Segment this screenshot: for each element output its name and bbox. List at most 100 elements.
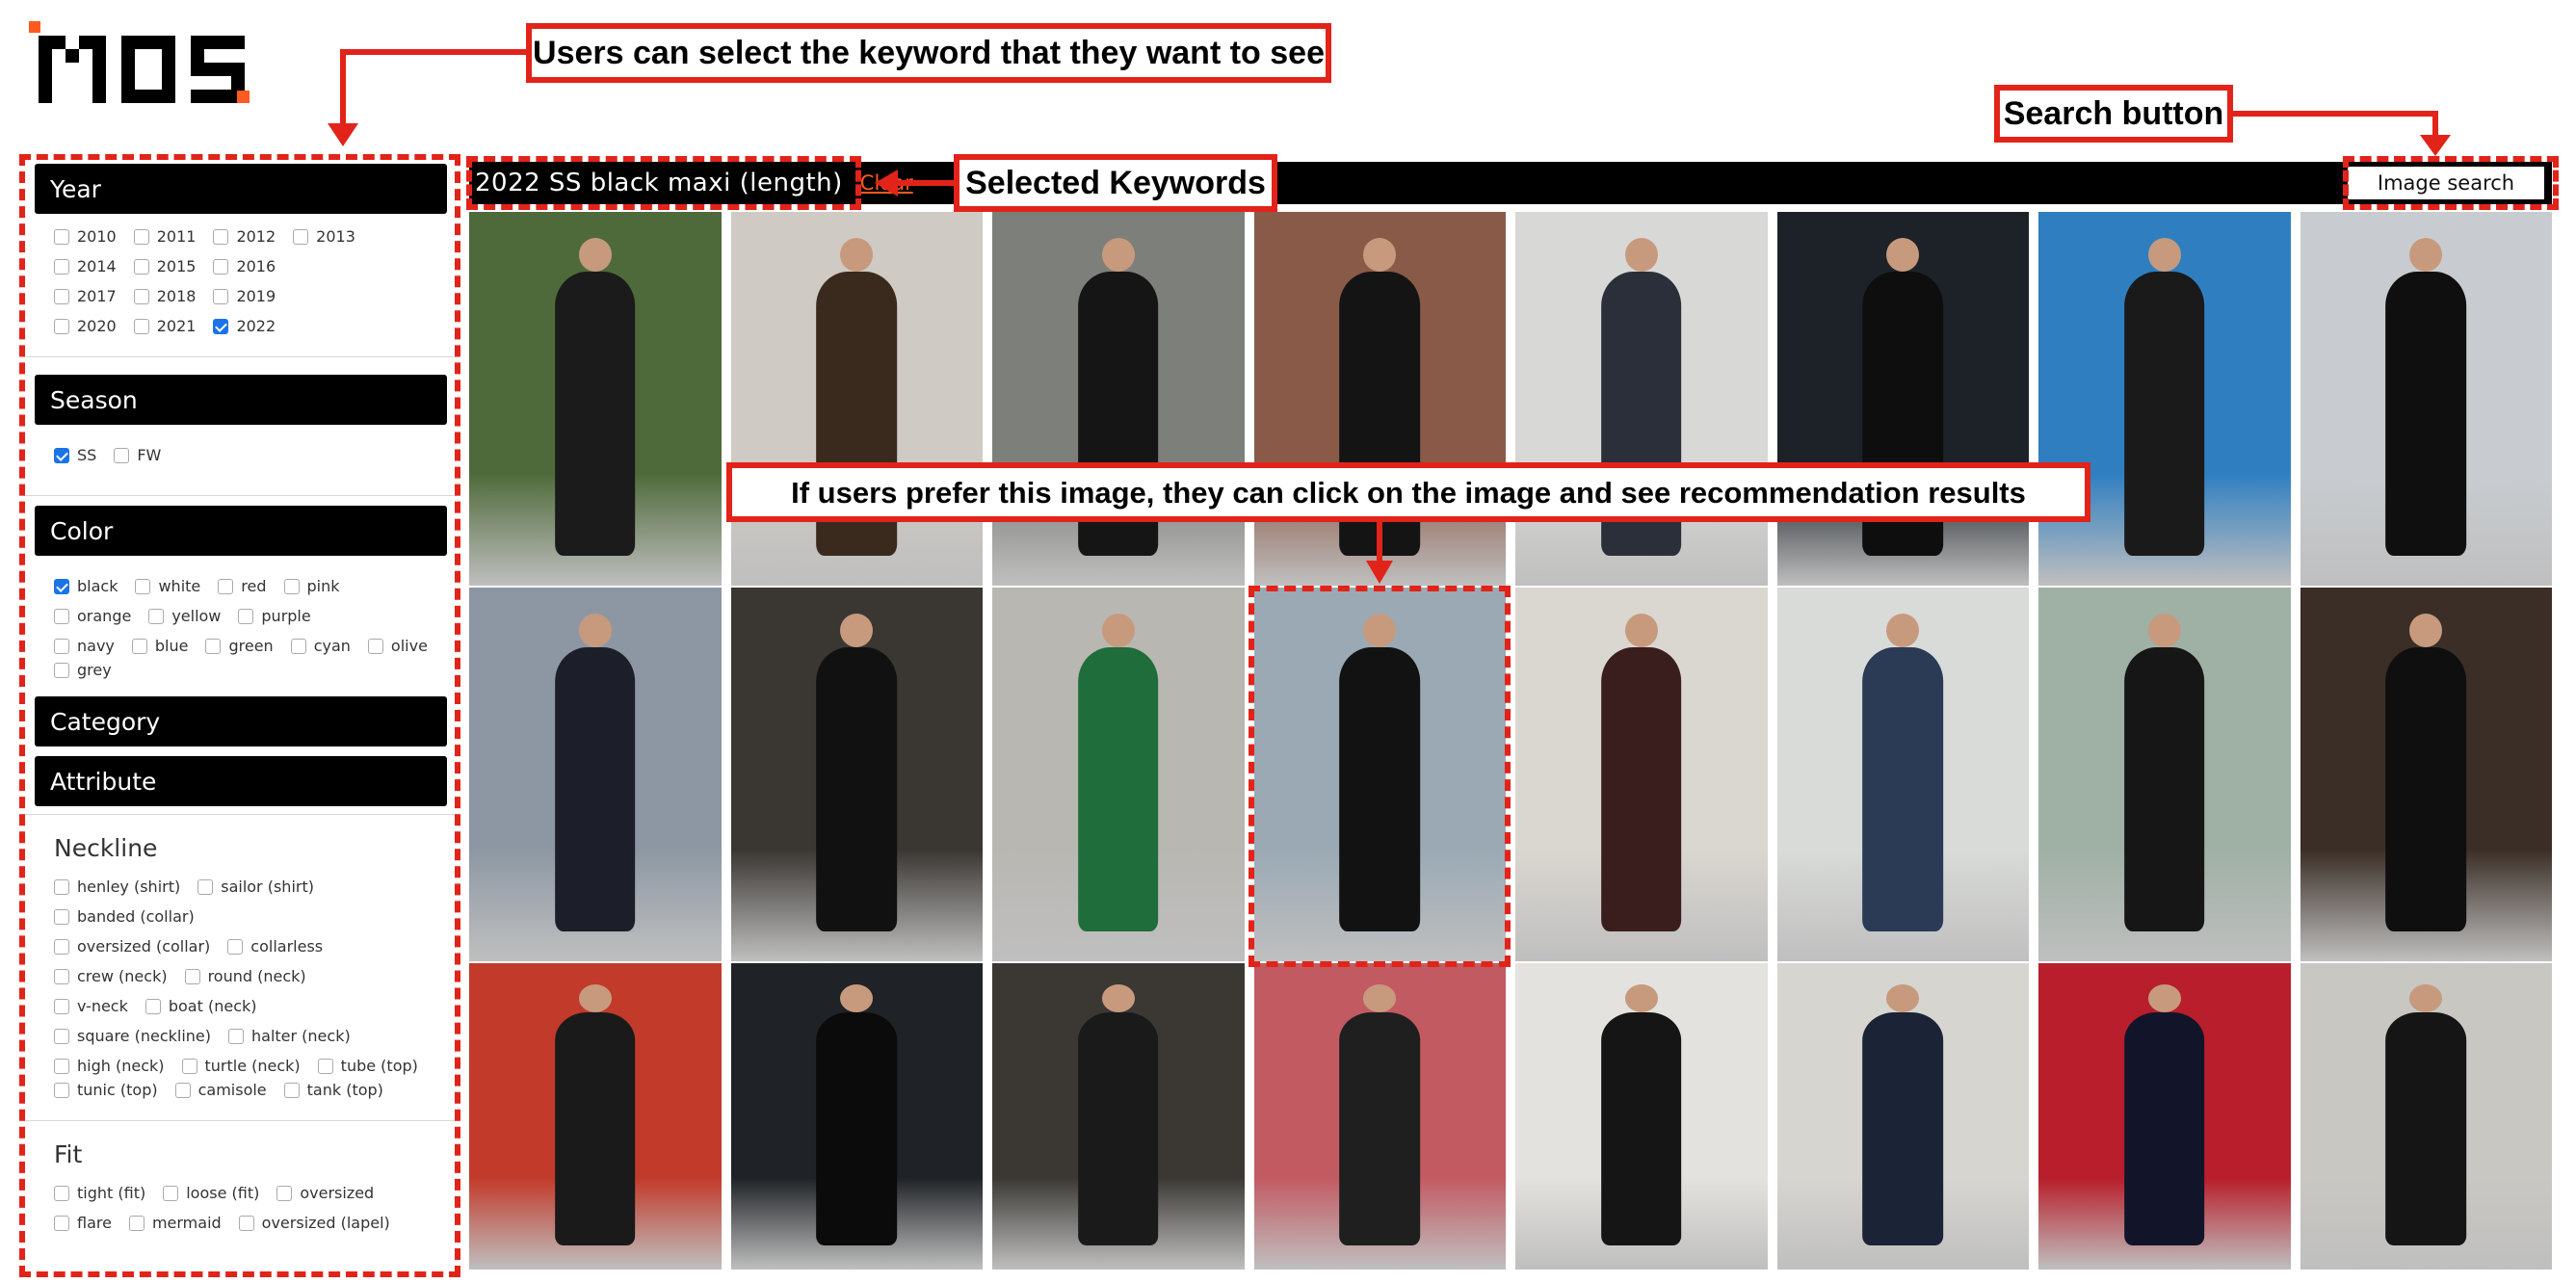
- checkbox[interactable]: [283, 578, 300, 594]
- result-image[interactable]: [469, 963, 722, 1271]
- checkbox[interactable]: [133, 258, 149, 275]
- checkbox[interactable]: [283, 1082, 300, 1098]
- season-header[interactable]: Season: [35, 375, 447, 425]
- category-header[interactable]: Category: [35, 696, 447, 746]
- image-search-button[interactable]: Image search: [2346, 165, 2546, 201]
- color-option[interactable]: cyan: [290, 637, 351, 655]
- checkbox[interactable]: [114, 447, 130, 463]
- checkbox[interactable]: [133, 318, 149, 334]
- neckline-option[interactable]: camisole: [174, 1081, 267, 1099]
- checkbox[interactable]: [174, 1082, 191, 1098]
- year-option[interactable]: 2019: [213, 287, 276, 305]
- result-image[interactable]: [1776, 963, 2029, 1271]
- fit-option[interactable]: oversized (lapel): [238, 1214, 390, 1232]
- year-option[interactable]: 2018: [133, 287, 196, 305]
- fit-option[interactable]: loose (fit): [163, 1184, 259, 1202]
- year-option[interactable]: 2011: [133, 227, 196, 246]
- year-option[interactable]: 2014: [54, 257, 117, 275]
- result-image[interactable]: [1776, 212, 2029, 588]
- checkbox[interactable]: [317, 1058, 333, 1074]
- result-image[interactable]: [1253, 963, 1506, 1271]
- year-option[interactable]: 2021: [133, 317, 196, 335]
- checkbox[interactable]: [238, 1215, 254, 1231]
- checkbox[interactable]: [54, 878, 69, 895]
- checkbox[interactable]: [128, 1215, 145, 1231]
- checkbox[interactable]: [218, 578, 234, 594]
- checkbox[interactable]: [54, 908, 69, 925]
- year-option[interactable]: 2010: [54, 227, 117, 246]
- color-option[interactable]: red: [218, 577, 267, 595]
- result-image[interactable]: [1253, 212, 1506, 588]
- color-option[interactable]: green: [205, 637, 274, 655]
- neckline-option[interactable]: oversized (collar): [54, 937, 210, 956]
- color-option[interactable]: grey: [54, 661, 112, 679]
- year-option[interactable]: 2012: [213, 227, 276, 246]
- result-image[interactable]: [730, 588, 983, 963]
- checkbox[interactable]: [131, 638, 147, 654]
- color-option[interactable]: blue: [131, 637, 188, 655]
- color-option[interactable]: orange: [54, 607, 131, 625]
- neckline-option[interactable]: square (neckline): [54, 1027, 211, 1045]
- checkbox[interactable]: [145, 998, 161, 1014]
- fit-option[interactable]: flare: [54, 1214, 112, 1232]
- result-image[interactable]: [1776, 588, 2029, 963]
- result-image[interactable]: [730, 963, 983, 1271]
- result-image[interactable]: [2300, 212, 2552, 588]
- result-image[interactable]: [469, 588, 722, 963]
- checkbox[interactable]: [163, 1185, 179, 1201]
- checkbox[interactable]: [54, 662, 69, 678]
- neckline-option[interactable]: tube (top): [317, 1057, 418, 1075]
- neckline-option[interactable]: collarless: [227, 937, 323, 956]
- color-option[interactable]: yellow: [148, 607, 221, 625]
- clear-link[interactable]: Clear: [860, 171, 913, 195]
- checkbox[interactable]: [213, 288, 229, 304]
- neckline-option[interactable]: turtle (neck): [181, 1057, 301, 1075]
- checkbox[interactable]: [213, 258, 229, 275]
- checkbox[interactable]: [54, 608, 69, 624]
- checkbox[interactable]: [133, 228, 149, 245]
- year-option[interactable]: 2013: [293, 227, 355, 246]
- checkbox[interactable]: [276, 1185, 293, 1201]
- color-option[interactable]: white: [135, 577, 200, 595]
- checkbox[interactable]: [54, 638, 69, 654]
- checkbox[interactable]: [54, 447, 69, 463]
- checkbox[interactable]: [213, 228, 229, 245]
- result-image[interactable]: [1515, 963, 1768, 1271]
- checkbox[interactable]: [54, 578, 69, 594]
- result-image[interactable]: [992, 212, 1245, 588]
- neckline-option[interactable]: high (neck): [54, 1057, 165, 1075]
- result-image[interactable]: [1515, 588, 1768, 963]
- checkbox[interactable]: [54, 228, 69, 245]
- result-image[interactable]: [2300, 588, 2552, 963]
- result-image[interactable]: [992, 588, 1245, 963]
- checkbox[interactable]: [227, 938, 244, 955]
- checkbox[interactable]: [133, 288, 149, 304]
- checkbox[interactable]: [184, 968, 200, 984]
- checkbox[interactable]: [181, 1058, 197, 1074]
- checkbox[interactable]: [135, 578, 151, 594]
- color-option[interactable]: navy: [54, 637, 115, 655]
- checkbox[interactable]: [238, 608, 254, 624]
- fit-option[interactable]: tight (fit): [54, 1184, 145, 1202]
- checkbox[interactable]: [54, 1058, 69, 1074]
- result-image[interactable]: [2300, 963, 2552, 1271]
- year-header[interactable]: Year: [35, 164, 447, 214]
- result-image[interactable]: [992, 963, 1245, 1271]
- neckline-option[interactable]: banded (collar): [54, 907, 195, 926]
- year-option[interactable]: 2016: [213, 257, 276, 275]
- neckline-option[interactable]: halter (neck): [228, 1027, 351, 1045]
- checkbox[interactable]: [54, 998, 69, 1014]
- checkbox[interactable]: [54, 1028, 69, 1044]
- result-image[interactable]: [730, 212, 983, 588]
- checkbox[interactable]: [367, 638, 383, 654]
- checkbox[interactable]: [54, 288, 69, 304]
- checkbox[interactable]: [228, 1028, 244, 1044]
- color-option[interactable]: purple: [238, 607, 311, 625]
- result-image[interactable]: [2038, 963, 2291, 1271]
- result-image[interactable]: [2038, 212, 2291, 588]
- year-option[interactable]: 2017: [54, 287, 117, 305]
- result-image[interactable]: [2038, 588, 2291, 963]
- checkbox[interactable]: [54, 1215, 69, 1231]
- checkbox[interactable]: [290, 638, 306, 654]
- checkbox[interactable]: [205, 638, 222, 654]
